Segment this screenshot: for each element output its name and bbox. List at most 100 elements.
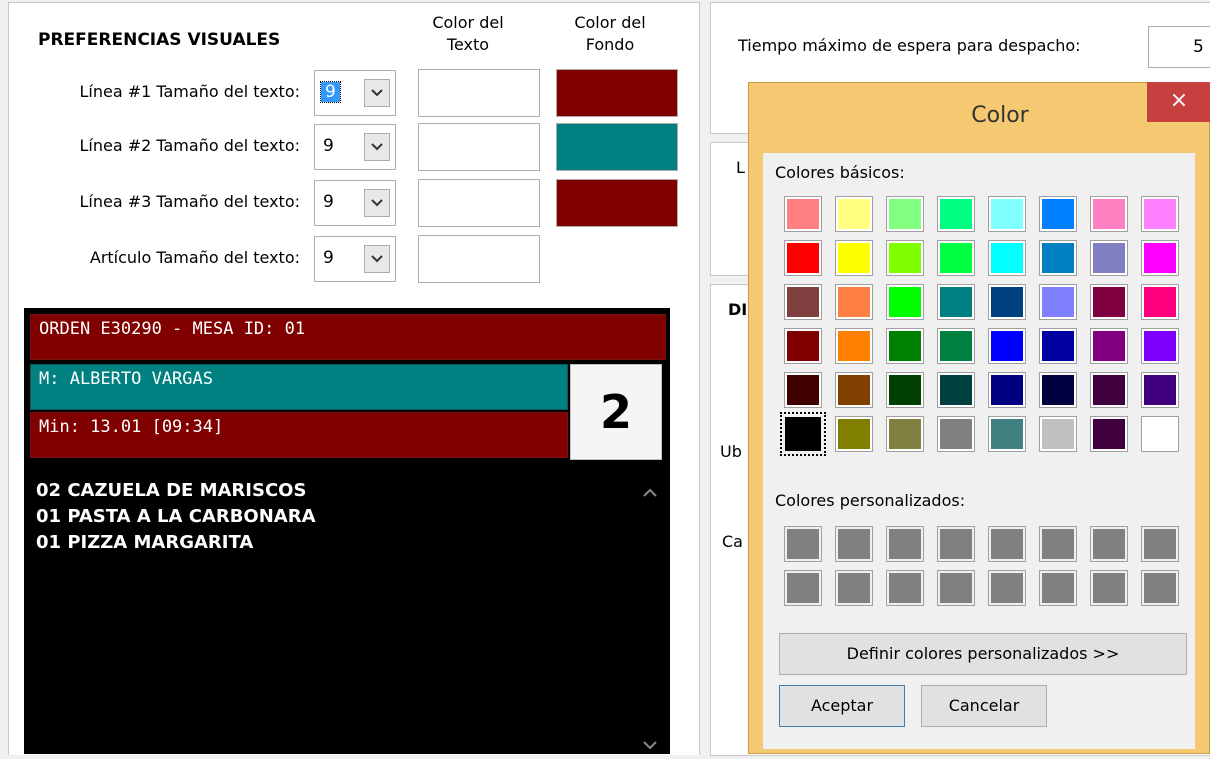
- custom-color-swatch[interactable]: [988, 570, 1026, 606]
- basic-color-swatch[interactable]: [835, 284, 873, 320]
- line2-size-select[interactable]: 9: [314, 124, 396, 170]
- partial-label-l: L: [736, 158, 745, 177]
- list-item: 02 CAZUELA DE MARISCOS: [36, 480, 307, 501]
- basic-color-swatch[interactable]: [1141, 416, 1179, 452]
- basic-color-swatch[interactable]: [1141, 240, 1179, 276]
- basic-color-swatch[interactable]: [1090, 240, 1128, 276]
- basic-color-swatch[interactable]: [1090, 284, 1128, 320]
- preview-line2: M: ALBERTO VARGAS: [30, 364, 568, 410]
- basic-color-swatch[interactable]: [886, 196, 924, 232]
- close-icon[interactable]: ×: [1147, 82, 1210, 122]
- basic-color-swatch[interactable]: [1039, 328, 1077, 364]
- basic-color-swatch[interactable]: [886, 328, 924, 364]
- line1-size-label: Línea #1 Tamaño del texto:: [79, 82, 300, 101]
- basic-color-swatch[interactable]: [835, 196, 873, 232]
- basic-color-swatch[interactable]: [780, 412, 826, 456]
- basic-color-swatch[interactable]: [937, 196, 975, 232]
- basic-color-swatch[interactable]: [1039, 284, 1077, 320]
- basic-color-swatch[interactable]: [1039, 372, 1077, 408]
- define-custom-colors-button[interactable]: Definir colores personalizados >>: [779, 633, 1187, 675]
- basic-color-swatch[interactable]: [988, 240, 1026, 276]
- basic-color-swatch[interactable]: [937, 328, 975, 364]
- line3-bg-color[interactable]: [556, 179, 678, 227]
- basic-color-swatch[interactable]: [988, 196, 1026, 232]
- basic-color-swatch[interactable]: [784, 284, 822, 320]
- custom-color-swatch[interactable]: [784, 570, 822, 606]
- basic-color-swatch[interactable]: [988, 372, 1026, 408]
- basic-color-swatch[interactable]: [988, 416, 1026, 452]
- chevron-down-icon[interactable]: [364, 79, 390, 107]
- basic-color-swatch[interactable]: [886, 240, 924, 276]
- partial-label-ca: Ca: [722, 532, 743, 551]
- chevron-down-icon[interactable]: [364, 245, 390, 273]
- basic-color-swatch[interactable]: [937, 240, 975, 276]
- line3-text-color[interactable]: [418, 179, 540, 227]
- basic-color-swatch[interactable]: [1141, 196, 1179, 232]
- bg-color-header: Color del Fondo: [574, 13, 646, 54]
- custom-color-swatch[interactable]: [886, 526, 924, 562]
- basic-color-swatch[interactable]: [1090, 196, 1128, 232]
- basic-color-swatch[interactable]: [784, 240, 822, 276]
- basic-color-swatch[interactable]: [1039, 416, 1077, 452]
- custom-color-swatch[interactable]: [1090, 526, 1128, 562]
- basic-color-swatch[interactable]: [988, 328, 1026, 364]
- item-size-select[interactable]: 9: [314, 236, 396, 282]
- line2-bg-color[interactable]: [556, 123, 678, 171]
- basic-color-swatch[interactable]: [937, 372, 975, 408]
- basic-color-swatch[interactable]: [1039, 196, 1077, 232]
- basic-color-swatch[interactable]: [937, 416, 975, 452]
- custom-color-swatch[interactable]: [835, 570, 873, 606]
- basic-color-swatch[interactable]: [1090, 372, 1128, 408]
- cancel-button[interactable]: Cancelar: [921, 685, 1047, 727]
- basic-color-swatch[interactable]: [1090, 328, 1128, 364]
- custom-color-swatch[interactable]: [1141, 526, 1179, 562]
- preview-line1: ORDEN E30290 - MESA ID: 01: [30, 314, 666, 360]
- list-item: 01 PASTA A LA CARBONARA: [36, 506, 316, 527]
- custom-color-swatch[interactable]: [937, 526, 975, 562]
- text-color-header: Color del Texto: [432, 13, 504, 54]
- basic-color-swatch[interactable]: [1141, 284, 1179, 320]
- line2-text-color[interactable]: [418, 123, 540, 171]
- basic-color-swatch[interactable]: [784, 196, 822, 232]
- custom-color-swatch[interactable]: [1039, 570, 1077, 606]
- max-wait-input[interactable]: 5: [1148, 26, 1210, 68]
- basic-color-swatch[interactable]: [1039, 240, 1077, 276]
- basic-color-swatch[interactable]: [886, 372, 924, 408]
- item-text-color[interactable]: [418, 235, 540, 283]
- basic-color-swatch[interactable]: [886, 416, 924, 452]
- chevron-down-icon[interactable]: [364, 133, 390, 161]
- basic-color-swatch[interactable]: [988, 284, 1026, 320]
- basic-color-swatch[interactable]: [1141, 372, 1179, 408]
- line3-size-select[interactable]: 9: [314, 180, 396, 226]
- basic-color-swatch[interactable]: [784, 372, 822, 408]
- scroll-arrows-icon: [643, 488, 657, 750]
- custom-color-swatch[interactable]: [1039, 526, 1077, 562]
- custom-color-swatch[interactable]: [988, 526, 1026, 562]
- custom-color-swatch[interactable]: [937, 570, 975, 606]
- line1-text-color[interactable]: [418, 69, 540, 117]
- basic-color-swatch[interactable]: [835, 328, 873, 364]
- basic-color-swatch[interactable]: [784, 328, 822, 364]
- list-item: 01 PIZZA MARGARITA: [36, 532, 254, 553]
- custom-color-swatch[interactable]: [1141, 570, 1179, 606]
- basic-color-swatch[interactable]: [1141, 328, 1179, 364]
- custom-color-swatch[interactable]: [835, 526, 873, 562]
- custom-color-swatch[interactable]: [886, 570, 924, 606]
- line1-size-select[interactable]: 9: [314, 70, 396, 116]
- basic-color-swatch[interactable]: [835, 240, 873, 276]
- basic-color-swatch[interactable]: [937, 284, 975, 320]
- custom-color-swatch[interactable]: [784, 526, 822, 562]
- basic-color-swatch[interactable]: [835, 416, 873, 452]
- preview-scrollbar[interactable]: [632, 470, 668, 754]
- section-title: PREFERENCIAS VISUALES: [38, 30, 281, 50]
- basic-color-swatch[interactable]: [886, 284, 924, 320]
- basic-color-swatch[interactable]: [835, 372, 873, 408]
- line2-size-label: Línea #2 Tamaño del texto:: [79, 136, 300, 155]
- basic-color-swatch[interactable]: [1090, 416, 1128, 452]
- chevron-down-icon[interactable]: [364, 189, 390, 217]
- line1-bg-color[interactable]: [556, 69, 678, 117]
- color-dialog: Color × Colores básicos: Colores persona…: [748, 82, 1210, 754]
- custom-color-swatch[interactable]: [1090, 570, 1128, 606]
- accept-button[interactable]: Aceptar: [779, 685, 905, 727]
- preview-items: 02 CAZUELA DE MARISCOS 01 PASTA A LA CAR…: [36, 478, 316, 556]
